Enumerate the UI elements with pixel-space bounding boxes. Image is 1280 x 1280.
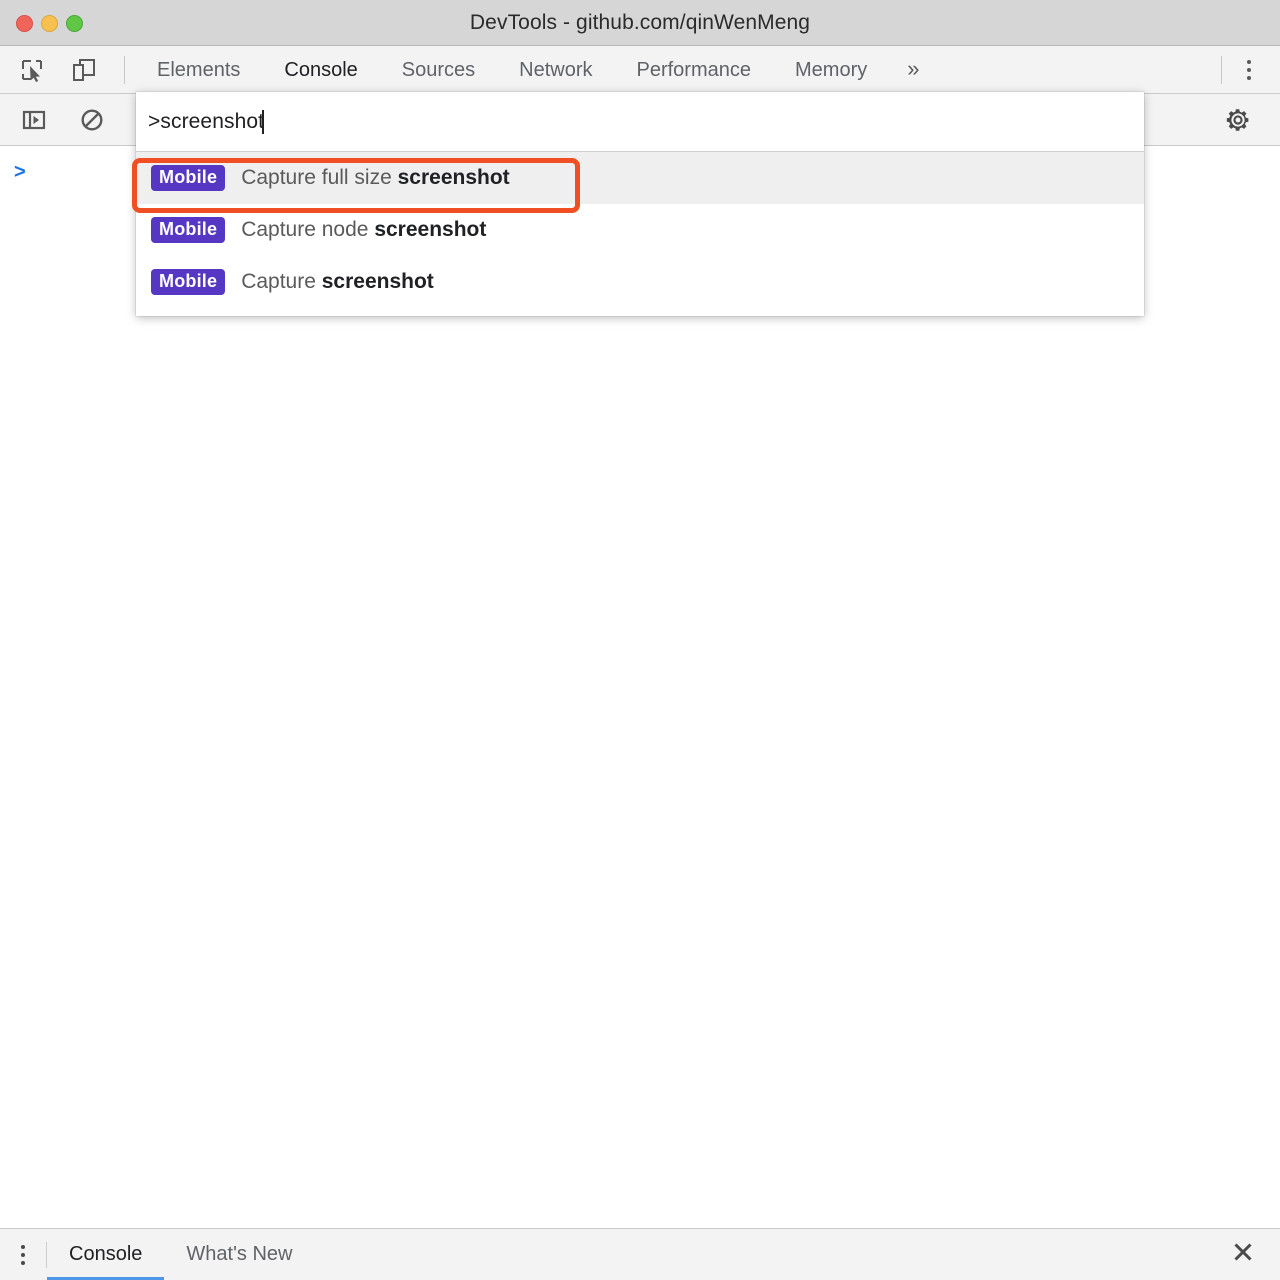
command-palette: >screenshot Mobile Capture full size scr… bbox=[136, 92, 1144, 316]
more-tabs-icon[interactable]: » bbox=[889, 47, 937, 93]
devtools-tabbar: Elements Console Sources Network Perform… bbox=[0, 46, 1280, 94]
command-result-prefix: Capture node bbox=[241, 218, 375, 241]
command-result-capture-node-screenshot[interactable]: Mobile Capture node screenshot bbox=[136, 204, 1144, 256]
command-palette-results: Mobile Capture full size screenshot Mobi… bbox=[136, 152, 1144, 316]
toolbar-divider-right bbox=[1221, 55, 1222, 84]
device-toolbar-button[interactable] bbox=[62, 50, 106, 90]
command-palette-input-display: >screenshot bbox=[148, 109, 265, 134]
console-toolbar-left bbox=[0, 100, 149, 140]
toolbar-divider bbox=[124, 55, 125, 84]
command-result-prefix: Capture full size bbox=[241, 166, 398, 189]
drawer-kebab-menu-icon[interactable] bbox=[0, 1229, 46, 1280]
command-result-label: Capture screenshot bbox=[241, 270, 434, 294]
clear-console-icon bbox=[79, 107, 105, 133]
devtools-window: DevTools - github.com/qinWenMeng Element… bbox=[0, 0, 1280, 1280]
settings-gear-icon bbox=[1224, 106, 1252, 134]
mobile-badge: Mobile bbox=[151, 268, 226, 296]
panel-tabs: Elements Console Sources Network Perform… bbox=[135, 47, 937, 93]
console-toolbar-right bbox=[1216, 100, 1280, 140]
command-result-prefix: Capture bbox=[241, 270, 322, 293]
console-sidebar-toggle-button[interactable] bbox=[12, 100, 56, 140]
close-drawer-button[interactable] bbox=[1226, 1238, 1260, 1272]
command-result-capture-screenshot[interactable]: Mobile Capture screenshot bbox=[136, 256, 1144, 308]
window-title: DevTools - github.com/qinWenMeng bbox=[469, 11, 811, 34]
command-result-label: Capture node screenshot bbox=[241, 218, 486, 242]
kebab-menu-icon[interactable] bbox=[1232, 50, 1266, 90]
text-caret bbox=[262, 109, 265, 134]
tab-network[interactable]: Network bbox=[497, 47, 614, 93]
drawer-tabs: Console What's New bbox=[47, 1229, 314, 1280]
mobile-badge: Mobile bbox=[151, 164, 226, 192]
inspect-element-button[interactable] bbox=[10, 50, 54, 90]
mobile-badge: Mobile bbox=[151, 216, 226, 244]
clear-console-button[interactable] bbox=[70, 100, 114, 140]
command-result-label: Capture full size screenshot bbox=[241, 166, 509, 190]
command-result-match: screenshot bbox=[374, 218, 487, 241]
command-palette-input-value: >screenshot bbox=[148, 109, 265, 133]
tab-memory[interactable]: Memory bbox=[773, 47, 889, 93]
settings-button[interactable] bbox=[1216, 100, 1260, 140]
tab-performance[interactable]: Performance bbox=[615, 47, 774, 93]
window-titlebar: DevTools - github.com/qinWenMeng bbox=[0, 0, 1280, 46]
tab-sources[interactable]: Sources bbox=[380, 47, 497, 93]
device-toolbar-icon bbox=[71, 57, 97, 83]
tab-console[interactable]: Console bbox=[262, 47, 379, 93]
command-result-capture-full-size-screenshot[interactable]: Mobile Capture full size screenshot bbox=[136, 152, 1144, 204]
console-prompt-chevron: > bbox=[14, 161, 26, 183]
tabbar-left-tools bbox=[0, 50, 135, 90]
drawer-tab-whats-new[interactable]: What's New bbox=[164, 1229, 314, 1280]
tab-elements[interactable]: Elements bbox=[135, 47, 262, 93]
drawer-tab-console[interactable]: Console bbox=[47, 1229, 165, 1280]
command-palette-input-row[interactable]: >screenshot bbox=[136, 92, 1144, 152]
close-drawer-icon bbox=[1231, 1240, 1255, 1269]
command-result-match: screenshot bbox=[397, 166, 510, 189]
devtools-drawer: Console What's New bbox=[0, 1228, 1280, 1280]
command-result-match: screenshot bbox=[321, 270, 434, 293]
console-sidebar-toggle-icon bbox=[21, 107, 47, 133]
tabbar-right-tools bbox=[1211, 50, 1280, 90]
inspect-element-icon bbox=[19, 57, 45, 83]
